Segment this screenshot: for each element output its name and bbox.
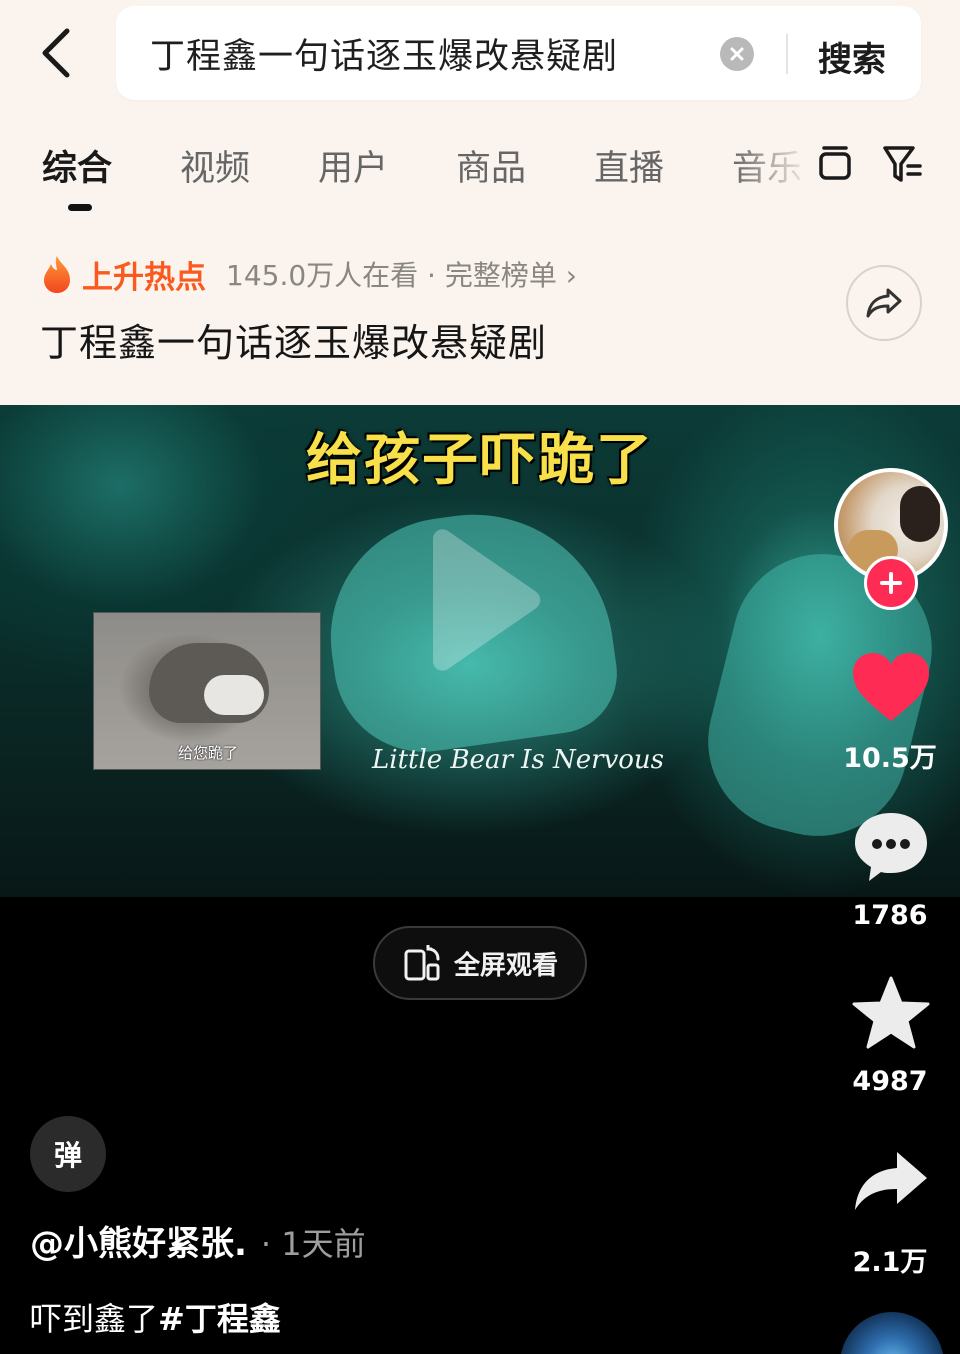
tab-live[interactable]: 直播: [594, 140, 664, 191]
back-button[interactable]: [28, 22, 84, 84]
cat-meme-overlay: 给您跪了: [93, 612, 321, 770]
music-disc[interactable]: [840, 1312, 944, 1354]
search-query-text: 丁程鑫一句话逐玉爆改悬疑剧: [150, 37, 619, 77]
rotate-phone-icon: [404, 945, 440, 981]
flame-icon: [44, 256, 70, 293]
tab-general[interactable]: 综合: [42, 140, 112, 191]
search-divider: [786, 34, 788, 74]
share-arrow-icon: [866, 288, 902, 318]
comment-count: 1786: [852, 900, 928, 931]
video-caption: 给孩子吓跪了: [306, 428, 654, 493]
hot-viewers-meta[interactable]: 145.0万人在看 · 完整榜单 ›: [226, 254, 577, 294]
topic-share-button[interactable]: [846, 265, 922, 341]
fullscreen-label: 全屏观看: [453, 950, 558, 981]
search-button[interactable]: 搜索: [818, 32, 886, 81]
share-count: 2.1万: [852, 1247, 928, 1278]
like-button[interactable]: [850, 646, 932, 728]
avatar-hair: [900, 486, 940, 542]
follow-button[interactable]: [864, 556, 918, 610]
star-icon: [852, 976, 930, 1049]
cat-chest: [204, 675, 264, 715]
tab-user[interactable]: 用户: [318, 140, 388, 191]
hot-topic-title[interactable]: 丁程鑫一句话逐玉爆改悬疑剧: [40, 312, 547, 367]
active-tab-indicator: [68, 204, 92, 211]
tab-video[interactable]: 视频: [180, 140, 250, 191]
post-time: · 1天前: [260, 1225, 366, 1263]
favorite-count: 4987: [852, 1066, 928, 1097]
hot-tag-label: 上升热点: [82, 259, 206, 296]
author-name[interactable]: @小熊好紧张.: [30, 1216, 247, 1265]
caption-text: 吓到鑫了: [30, 1300, 159, 1338]
tab-product[interactable]: 商品: [456, 140, 526, 191]
plus-icon: [880, 572, 902, 594]
search-header: 丁程鑫一句话逐玉爆改悬疑剧 搜索 综合 视频 用户 商品 直播 音乐: [0, 0, 960, 405]
danmu-toggle-button[interactable]: 弹: [30, 1116, 106, 1192]
search-input[interactable]: 丁程鑫一句话逐玉爆改悬疑剧 搜索: [116, 6, 921, 100]
heart-icon: [853, 653, 929, 721]
hashtag-link[interactable]: #丁程鑫: [158, 1300, 281, 1338]
fullscreen-button[interactable]: 全屏观看: [373, 926, 587, 1000]
share-icon: [855, 1152, 927, 1210]
video-player[interactable]: 给孩子吓跪了 给您跪了 Little Bear Is Nervous: [0, 405, 960, 897]
meme-caption: 给您跪了: [177, 744, 238, 762]
hot-topic-row[interactable]: 上升热点 145.0万人在看 · 完整榜单 ›: [40, 252, 577, 296]
author-row: @小熊好紧张. · 1天前: [30, 1216, 366, 1265]
tab-fade-overlay: [732, 140, 812, 190]
post-caption: 吓到鑫了#丁程鑫: [30, 1294, 281, 1340]
layout-toggle-icon[interactable]: [813, 142, 857, 186]
danmu-label: 弹: [53, 1139, 82, 1172]
like-count: 10.5万: [843, 743, 937, 774]
share-button[interactable]: [850, 1142, 932, 1224]
favorite-button[interactable]: [850, 972, 932, 1054]
chevron-left-icon: [42, 28, 70, 78]
filter-icon[interactable]: [880, 142, 924, 186]
clear-icon[interactable]: [720, 37, 754, 71]
video-watermark: Little Bear Is Nervous: [372, 745, 665, 775]
play-icon[interactable]: [415, 525, 545, 675]
comment-button[interactable]: [850, 806, 932, 888]
comment-bubble-icon: [855, 813, 927, 881]
